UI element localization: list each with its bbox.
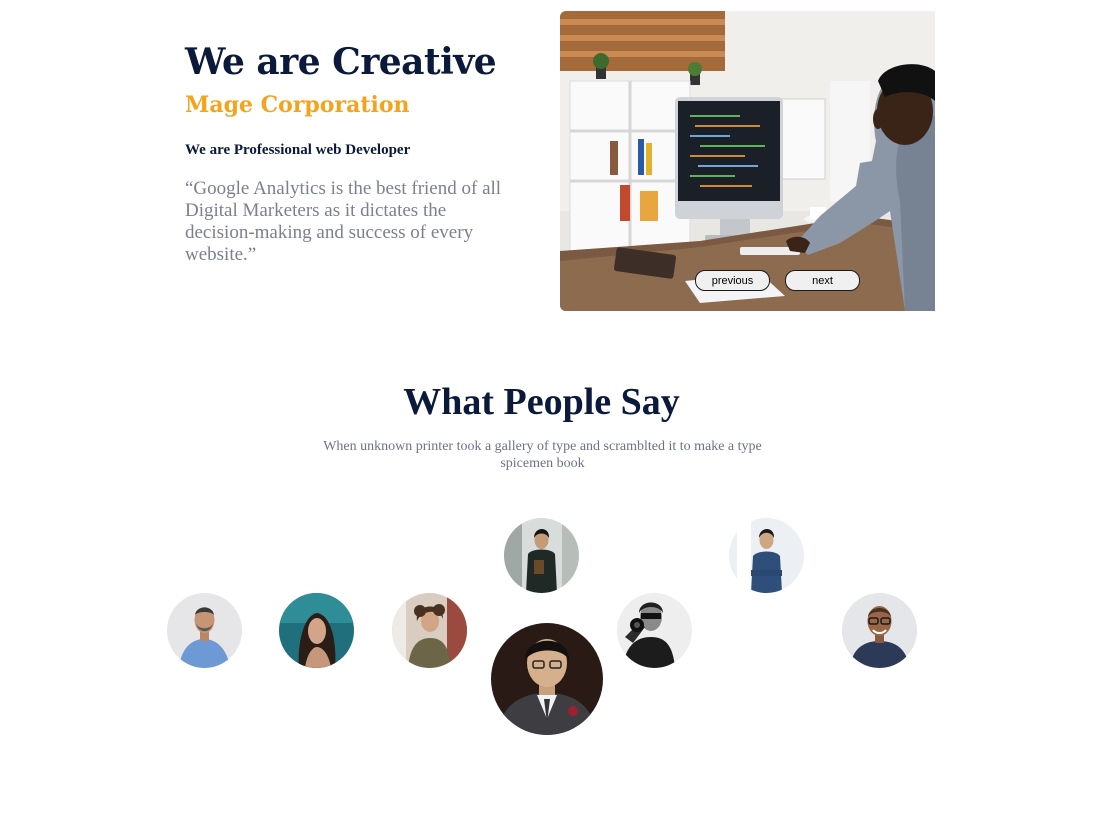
avatar-woman-curly[interactable] [392,593,467,668]
section-title: What People Say [403,381,680,423]
hero-subtitle: Mage Corporation [185,92,410,118]
next-button[interactable]: next [785,270,860,291]
avatar-man-black-jacket[interactable] [504,518,579,593]
avatar-man-bw[interactable] [617,593,692,668]
section-description: When unknown printer took a gallery of t… [323,439,762,471]
avatar-man-blue-shirt[interactable] [167,593,242,668]
avatar-man-suit[interactable] [491,623,603,735]
avatar-man-glasses[interactable] [842,593,917,668]
hero-text-block: We are Creative Mage Corporation We are … [185,40,515,266]
hero-tagline: We are Professional web Developer [185,142,411,158]
hero-quote: “Google Analytics is the best friend of … [185,178,502,265]
previous-button[interactable]: previous [695,270,770,291]
hero-slider-image [560,11,935,311]
avatar-woman-teal[interactable] [279,593,354,668]
avatar-man-blue-sweater[interactable] [729,518,804,593]
hero-title: We are Creative [185,41,497,83]
